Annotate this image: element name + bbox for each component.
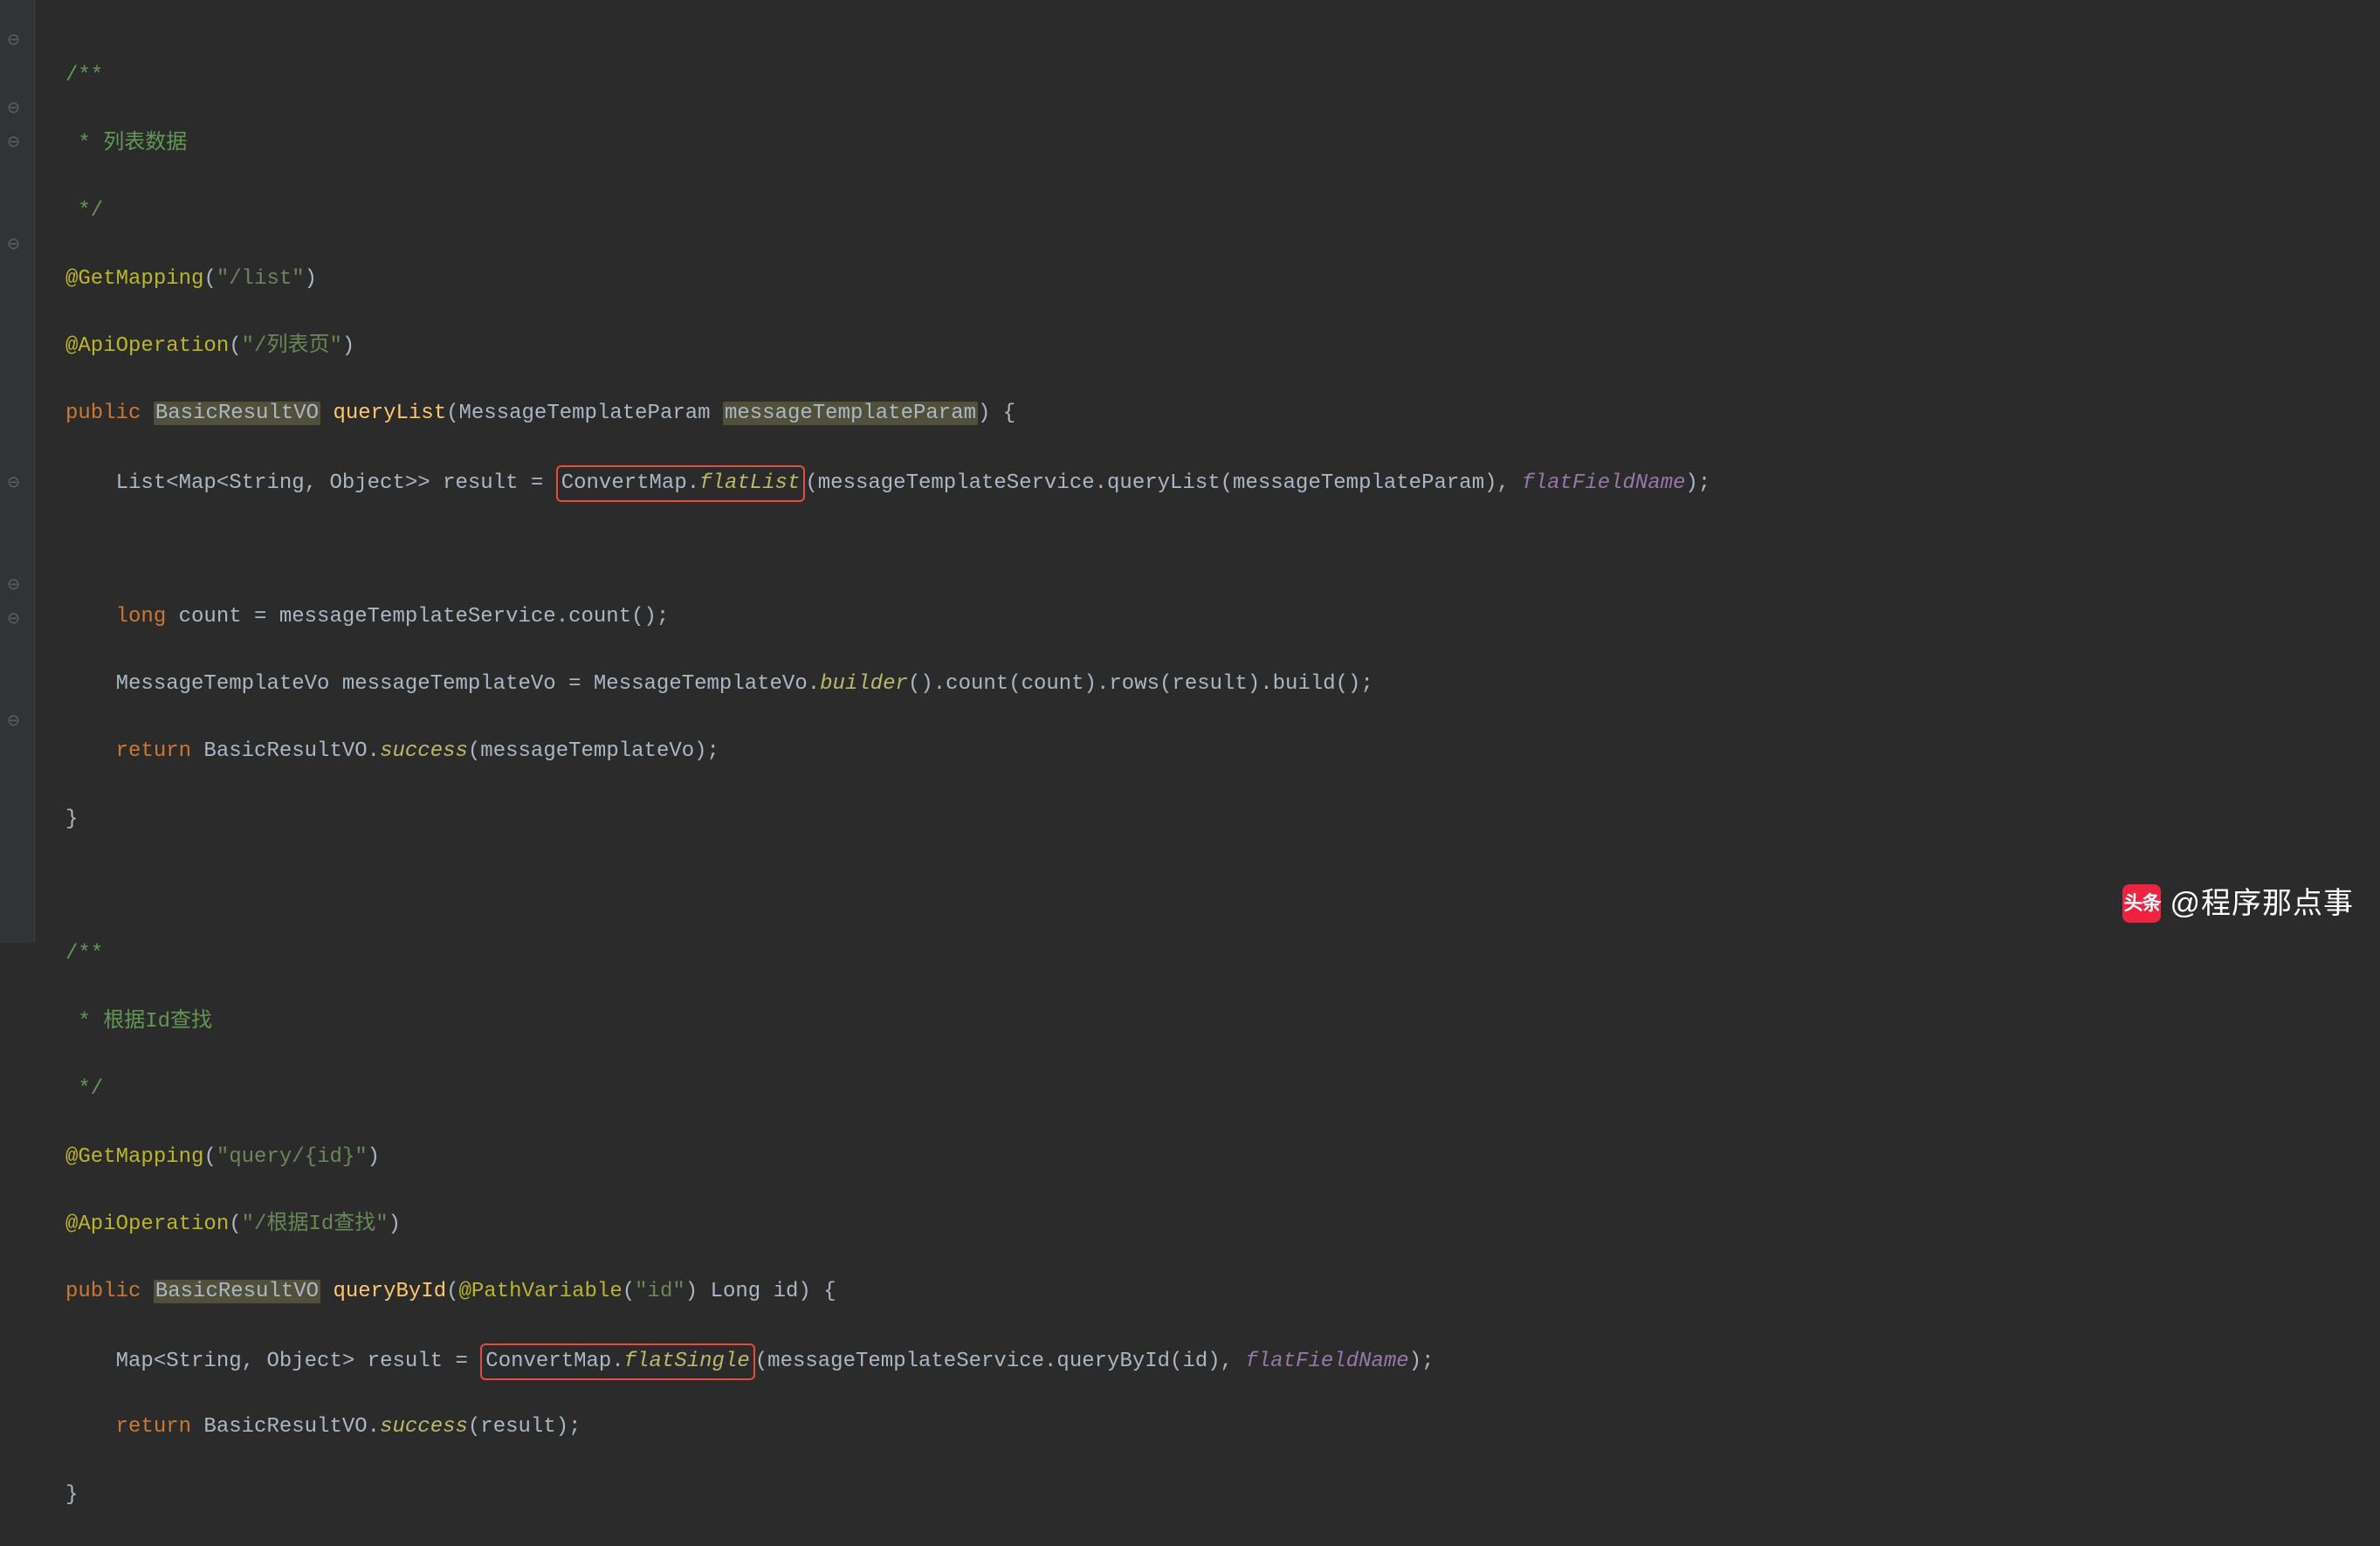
string-literal: "query/{id}"	[217, 1145, 368, 1169]
highlight-box-flatsingle: ConvertMap.flatSingle	[480, 1343, 754, 1380]
fold-mark-icon[interactable]: ⊖	[7, 574, 20, 599]
builder-method: builder	[820, 672, 908, 696]
javadoc-body: * 列表数据	[65, 132, 187, 155]
fold-mark-icon[interactable]: ⊖	[7, 608, 20, 633]
annotation-apioperation: @ApiOperation	[65, 334, 229, 358]
annotation-getmapping: @GetMapping	[65, 1145, 203, 1169]
method-name: queryById	[333, 1280, 446, 1303]
keyword-long: long	[116, 605, 167, 629]
fold-mark-icon[interactable]: ⊖	[7, 471, 20, 497]
toutiao-logo-icon: 头条	[2122, 884, 2161, 923]
code-editor[interactable]: /** * 列表数据 */ @GetMapping("/list") @ApiO…	[0, 0, 2380, 1546]
code-text: count = messageTemplateService.count();	[166, 605, 669, 629]
field-ref: flatFieldName	[1522, 471, 1685, 495]
string-literal: "/list"	[217, 267, 305, 291]
annotation-apioperation: @ApiOperation	[65, 1213, 229, 1236]
keyword-return: return	[116, 1415, 191, 1439]
fold-mark-icon[interactable]: ⊖	[7, 710, 20, 735]
param-name: messageTemplateParam	[723, 402, 978, 425]
code-text: MessageTemplateVo messageTemplateVo = Me…	[116, 672, 821, 696]
method-args: messageTemplateService.queryById(id),	[767, 1350, 1245, 1373]
param-type: MessageTemplateParam	[459, 402, 711, 425]
close-brace: }	[65, 807, 78, 831]
return-type: BasicResultVO	[154, 402, 320, 425]
annotation-pathvariable: @PathVariable	[459, 1280, 623, 1303]
static-method: success	[380, 1415, 468, 1439]
keyword-public: public	[65, 1280, 141, 1303]
watermark-handle: @程序那点事	[2170, 880, 2354, 927]
static-method: flatSingle	[624, 1350, 750, 1373]
watermark: 头条 @程序那点事	[2122, 880, 2354, 927]
string-literal: "id"	[635, 1280, 685, 1303]
keyword-public: public	[65, 402, 141, 425]
javadoc-open: /**	[65, 64, 103, 87]
string-literal: "/列表页"	[242, 334, 342, 358]
string-literal: "/根据Id查找"	[242, 1213, 389, 1236]
fold-mark-icon[interactable]: ⊖	[7, 97, 20, 122]
editor-gutter: ⊖ ⊖ ⊖ ⊖ ⊖ ⊖ ⊖ ⊖	[0, 0, 35, 943]
javadoc-close: */	[65, 1077, 103, 1101]
annotation-getmapping: @GetMapping	[65, 267, 203, 291]
highlight-box-flatlist: ConvertMap.flatList	[556, 465, 806, 502]
fold-mark-icon[interactable]: ⊖	[7, 29, 20, 54]
fold-mark-icon[interactable]: ⊖	[7, 131, 20, 156]
javadoc-open: /**	[65, 942, 103, 965]
field-ref: flatFieldName	[1245, 1350, 1408, 1373]
javadoc-close: */	[65, 199, 103, 223]
keyword-return: return	[116, 739, 191, 763]
static-method: success	[380, 739, 468, 763]
javadoc-body: * 根据Id查找	[65, 1010, 212, 1034]
param-name: id	[774, 1280, 799, 1303]
method-args: messageTemplateService.queryList(message…	[818, 471, 1523, 495]
static-method: flatList	[699, 471, 800, 495]
fold-mark-icon[interactable]: ⊖	[7, 233, 20, 258]
method-name: queryList	[333, 402, 446, 425]
return-type: BasicResultVO	[154, 1280, 320, 1303]
param-type: Long	[711, 1280, 761, 1303]
var-type: List<Map<String, Object>>	[116, 471, 430, 495]
close-brace: }	[65, 1483, 78, 1507]
var-type: Map<String, Object>	[116, 1350, 355, 1373]
